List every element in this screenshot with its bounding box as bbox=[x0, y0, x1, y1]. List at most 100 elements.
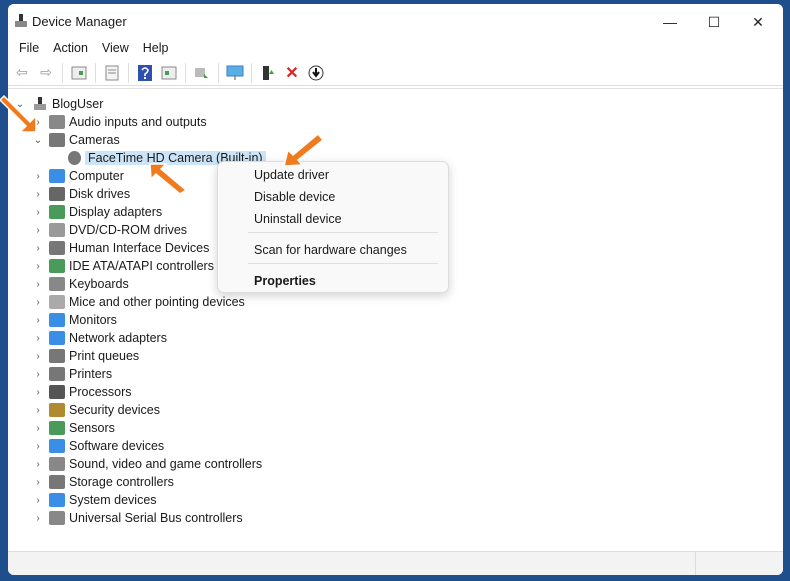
menu-action[interactable]: Action bbox=[46, 38, 95, 60]
chevron-right-icon[interactable]: › bbox=[32, 459, 44, 470]
tree-category[interactable]: › Sound, video and game controllers bbox=[32, 455, 262, 473]
chevron-right-icon[interactable]: › bbox=[32, 225, 44, 236]
tree-category[interactable]: › DVD/CD-ROM drives bbox=[32, 221, 187, 239]
forward-icon[interactable]: ⇨ bbox=[35, 63, 57, 83]
chevron-right-icon[interactable]: › bbox=[32, 261, 44, 272]
chevron-right-icon[interactable]: › bbox=[32, 405, 44, 416]
help-icon[interactable] bbox=[134, 63, 156, 83]
tree-category[interactable]: › Software devices bbox=[32, 437, 164, 455]
menu-update-driver[interactable]: Update driver bbox=[254, 168, 329, 182]
chevron-right-icon[interactable]: › bbox=[32, 441, 44, 452]
window-title: Device Manager bbox=[32, 14, 127, 29]
chevron-right-icon[interactable]: › bbox=[32, 513, 44, 524]
disable-icon[interactable] bbox=[305, 63, 327, 83]
device-category-icon bbox=[49, 439, 65, 453]
tree-category[interactable]: › Display adapters bbox=[32, 203, 162, 221]
menu-separator bbox=[248, 263, 438, 264]
device-category-icon bbox=[49, 457, 65, 471]
tree-category[interactable]: › Keyboards bbox=[32, 275, 129, 293]
tree-category[interactable]: › Network adapters bbox=[32, 329, 167, 347]
device-category-icon bbox=[49, 331, 65, 345]
tree-category-label: Network adapters bbox=[69, 331, 167, 345]
action-pane-icon[interactable] bbox=[158, 63, 180, 83]
tree-category-label: Mice and other pointing devices bbox=[69, 295, 245, 309]
tree-category-label: Keyboards bbox=[69, 277, 129, 291]
tree-category[interactable]: › Printers bbox=[32, 365, 112, 383]
context-menu: Update driver Disable device Uninstall d… bbox=[217, 161, 449, 293]
status-bar bbox=[8, 551, 783, 575]
tree-category[interactable]: › Sensors bbox=[32, 419, 115, 437]
maximize-button[interactable]: ☐ bbox=[692, 10, 736, 34]
tree-category-label: Human Interface Devices bbox=[69, 241, 210, 255]
chevron-right-icon[interactable]: › bbox=[32, 315, 44, 326]
device-category-icon bbox=[49, 403, 65, 417]
tree-category[interactable]: › Disk drives bbox=[32, 185, 130, 203]
show-hide-console-tree-icon[interactable] bbox=[68, 63, 90, 83]
update-driver-icon[interactable] bbox=[257, 63, 279, 83]
minimize-button[interactable]: — bbox=[648, 10, 692, 34]
menu-uninstall-device[interactable]: Uninstall device bbox=[254, 212, 342, 226]
chevron-right-icon[interactable]: › bbox=[32, 369, 44, 380]
tree-category-label: Storage controllers bbox=[69, 475, 174, 489]
tree-category[interactable]: › System devices bbox=[32, 491, 157, 509]
properties-icon[interactable] bbox=[101, 63, 123, 83]
scan-hardware-icon[interactable] bbox=[191, 63, 213, 83]
menu-scan-hardware[interactable]: Scan for hardware changes bbox=[254, 243, 407, 257]
chevron-down-icon[interactable]: ⌄ bbox=[32, 135, 44, 146]
camera-icon bbox=[68, 151, 81, 165]
device-category-icon bbox=[49, 259, 65, 273]
menu-view[interactable]: View bbox=[95, 38, 136, 60]
tree-category[interactable]: › Mice and other pointing devices bbox=[32, 293, 245, 311]
close-button[interactable]: ✕ bbox=[736, 10, 780, 34]
menu-file[interactable]: File bbox=[12, 38, 46, 60]
chevron-right-icon[interactable]: › bbox=[32, 477, 44, 488]
menu-help[interactable]: Help bbox=[136, 38, 176, 60]
chevron-right-icon[interactable]: › bbox=[32, 279, 44, 290]
device-category-icon bbox=[49, 385, 65, 399]
tree-category[interactable]: › Universal Serial Bus controllers bbox=[32, 509, 243, 527]
title-bar: Device Manager — ☐ ✕ bbox=[8, 4, 783, 38]
chevron-right-icon[interactable]: › bbox=[32, 171, 44, 182]
tree-category[interactable]: › Monitors bbox=[32, 311, 117, 329]
device-category-icon bbox=[49, 133, 65, 147]
chevron-right-icon[interactable]: › bbox=[32, 423, 44, 434]
tree-category-label: DVD/CD-ROM drives bbox=[69, 223, 188, 237]
tree-category[interactable]: › Audio inputs and outputs bbox=[32, 113, 207, 131]
chevron-right-icon[interactable]: › bbox=[32, 207, 44, 218]
tree-category[interactable]: › IDE ATA/ATAPI controllers bbox=[32, 257, 214, 275]
tree-category-label: Printers bbox=[69, 367, 113, 381]
menu-separator bbox=[248, 232, 438, 233]
device-category-icon bbox=[49, 187, 65, 201]
chevron-right-icon[interactable]: › bbox=[32, 495, 44, 506]
tree-category-label: Software devices bbox=[69, 439, 165, 453]
chevron-right-icon[interactable]: › bbox=[32, 297, 44, 308]
tree-category[interactable]: › Human Interface Devices bbox=[32, 239, 209, 257]
tree-category[interactable]: › Computer bbox=[32, 167, 124, 185]
tree-category[interactable]: › Storage controllers bbox=[32, 473, 174, 491]
orange-arrow-annotation bbox=[0, 94, 37, 133]
menu-properties[interactable]: Properties bbox=[254, 274, 316, 288]
tree-category-label: Sound, video and game controllers bbox=[69, 457, 263, 471]
tree-category[interactable]: › Print queues bbox=[32, 347, 139, 365]
tree-category[interactable]: › Security devices bbox=[32, 401, 160, 419]
tree-category-label: Processors bbox=[69, 385, 132, 399]
chevron-right-icon[interactable]: › bbox=[32, 189, 44, 200]
menu-bar: File Action View Help bbox=[8, 38, 783, 60]
back-icon[interactable]: ⇦ bbox=[11, 63, 33, 83]
chevron-right-icon[interactable]: › bbox=[32, 387, 44, 398]
tree-category[interactable]: ⌄ Cameras bbox=[32, 131, 120, 149]
monitor-icon[interactable] bbox=[224, 63, 246, 83]
uninstall-icon[interactable]: ✕ bbox=[281, 63, 303, 83]
device-tree: ⌄ BlogUser › Audio inputs and outputs ⌄ Cam… bbox=[8, 88, 783, 551]
chevron-right-icon[interactable]: › bbox=[32, 243, 44, 254]
tree-root-label: BlogUser bbox=[52, 97, 104, 111]
menu-disable-device[interactable]: Disable device bbox=[254, 190, 335, 204]
tree-category-label: System devices bbox=[69, 493, 157, 507]
device-category-icon bbox=[49, 295, 65, 309]
chevron-right-icon[interactable]: › bbox=[32, 333, 44, 344]
chevron-right-icon[interactable]: › bbox=[32, 351, 44, 362]
orange-arrow-annotation bbox=[149, 163, 188, 195]
device-category-icon bbox=[49, 475, 65, 489]
tree-category-label: Cameras bbox=[69, 133, 120, 147]
tree-category[interactable]: › Processors bbox=[32, 383, 132, 401]
